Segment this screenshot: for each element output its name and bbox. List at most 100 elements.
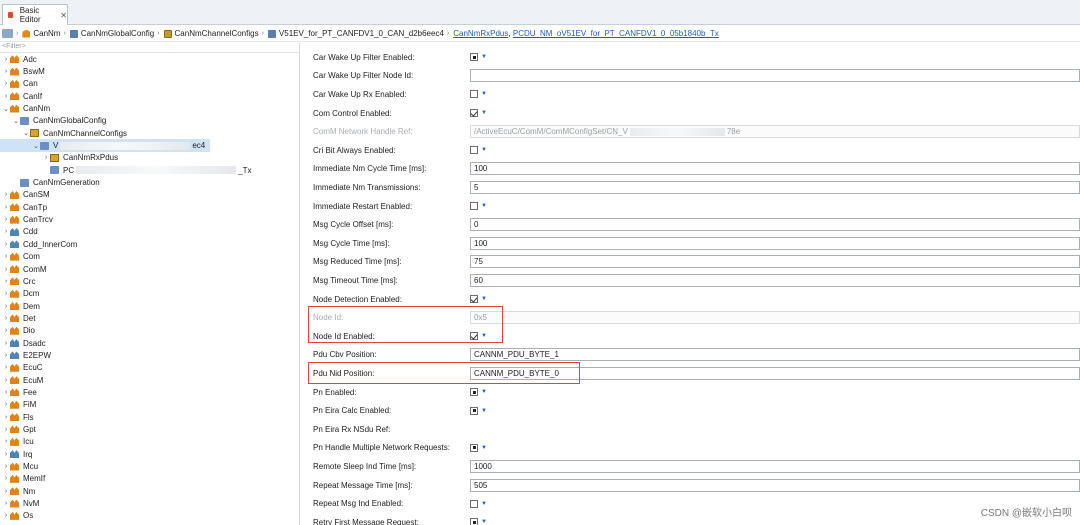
dropdown-arrow-icon[interactable]: ▼ (481, 54, 487, 60)
checkbox-unchecked[interactable] (470, 202, 478, 211)
breadcrumb-item-globalconfig[interactable]: CanNmGlobalConfig (69, 29, 154, 38)
tristate-checkbox[interactable] (470, 53, 478, 62)
tree-item-ecum[interactable]: › EcuM (0, 374, 299, 386)
breadcrumb-link-txpdu[interactable]: PCDU_NM_oV51EV_for_PT_CANFDV1_0_05b1840b… (513, 29, 719, 38)
tree-item-dio[interactable]: › Dio (0, 325, 299, 337)
tree-item-cannmchannelconfigs[interactable]: ⌄ CanNmChannelConfigs (0, 127, 299, 139)
expand-arrow-icon[interactable]: › (2, 500, 10, 507)
tristate-checkbox[interactable] (470, 443, 478, 452)
dropdown-arrow-icon[interactable]: ▼ (481, 408, 487, 414)
tree-item-memif[interactable]: › MemIf (0, 473, 299, 485)
expand-arrow-icon[interactable]: › (2, 426, 10, 433)
expand-arrow-icon[interactable]: › (42, 154, 50, 161)
checkbox-checked[interactable] (470, 109, 478, 118)
expand-arrow-icon[interactable]: › (2, 80, 10, 87)
expand-arrow-icon[interactable]: › (2, 327, 10, 334)
param-value-field[interactable]: 100 (470, 162, 1080, 176)
dropdown-arrow-icon[interactable]: ▼ (481, 110, 487, 116)
tree-item-cantp[interactable]: › CanTp (0, 201, 299, 213)
navigation-icon[interactable] (2, 29, 13, 38)
expand-arrow-icon[interactable]: › (2, 414, 10, 421)
checkbox-unchecked[interactable] (470, 146, 478, 155)
expand-arrow-icon[interactable]: › (2, 93, 10, 100)
expand-arrow-icon[interactable]: › (2, 438, 10, 445)
expand-arrow-icon[interactable]: › (2, 463, 10, 470)
collapse-arrow-icon[interactable]: ⌄ (32, 142, 40, 150)
breadcrumb-item-channel[interactable]: V51EV_for_PT_CANFDV1_0_CAN_d2b6eec4 (267, 29, 444, 38)
param-value-field[interactable]: 1000 (470, 459, 1080, 473)
expand-arrow-icon[interactable]: › (2, 56, 10, 63)
breadcrumb-link-rxpdus[interactable]: CanNmRxPdus (453, 29, 508, 38)
tree-item-fee[interactable]: › Fee (0, 386, 299, 398)
expand-arrow-icon[interactable]: › (2, 241, 10, 248)
tree-item-det[interactable]: › Det (0, 312, 299, 324)
tristate-checkbox[interactable] (470, 518, 478, 525)
tree-item-canif[interactable]: › CanIf (0, 90, 299, 102)
tree-item-cantrcv[interactable]: › CanTrcv (0, 213, 299, 225)
tree-item-crc[interactable]: › Crc (0, 275, 299, 287)
expand-arrow-icon[interactable]: › (2, 266, 10, 273)
tree-item-comm[interactable]: › ComM (0, 263, 299, 275)
tree-item-fls[interactable]: › Fls (0, 411, 299, 423)
param-value-field[interactable]: 60 (470, 273, 1080, 287)
expand-arrow-icon[interactable]: › (2, 204, 10, 211)
expand-arrow-icon[interactable]: › (2, 377, 10, 384)
expand-arrow-icon[interactable]: › (2, 451, 10, 458)
expand-arrow-icon[interactable]: › (2, 228, 10, 235)
tree-item-ecuc[interactable]: › EcuC (0, 362, 299, 374)
dropdown-arrow-icon[interactable]: ▼ (481, 203, 487, 209)
collapse-arrow-icon[interactable]: ⌄ (2, 105, 10, 113)
dropdown-arrow-icon[interactable]: ▼ (481, 147, 487, 153)
param-value-field[interactable]: 5 (470, 180, 1080, 194)
checkbox-checked[interactable] (470, 295, 478, 304)
expand-arrow-icon[interactable]: › (2, 290, 10, 297)
expand-arrow-icon[interactable]: › (2, 488, 10, 495)
tree-item-dcm[interactable]: › Dcm (0, 288, 299, 300)
tree-item-cannmglobalconfig[interactable]: ⌄ CanNmGlobalConfig (0, 115, 299, 127)
tree-item-nvm[interactable]: › NvM (0, 497, 299, 509)
param-value-field[interactable]: 100 (470, 236, 1080, 250)
tree-item-irq[interactable]: › Irq (0, 448, 299, 460)
tree-item-adc[interactable]: › Adc (0, 53, 299, 65)
tab-basic-editor[interactable]: Basic Editor ✕ (2, 4, 68, 25)
expand-arrow-icon[interactable]: › (2, 352, 10, 359)
tree-item-os[interactable]: › Os (0, 510, 299, 522)
dropdown-arrow-icon[interactable]: ▼ (481, 501, 487, 507)
tree-item-mcu[interactable]: › Mcu (0, 460, 299, 472)
param-value-field[interactable]: CANNM_PDU_BYTE_1 (470, 348, 1080, 362)
dropdown-arrow-icon[interactable]: ▼ (481, 91, 487, 97)
dropdown-arrow-icon[interactable]: ▼ (481, 445, 487, 451)
breadcrumb-item-channelconfigs[interactable]: CanNmChannelConfigs (163, 29, 259, 38)
tree-item-cannmrxpdus[interactable]: › CanNmRxPdus (0, 152, 299, 164)
dropdown-arrow-icon[interactable]: ▼ (481, 296, 487, 302)
tree-item-pc[interactable]: PC _Tx (0, 164, 299, 176)
tree-item-can[interactable]: › Can (0, 78, 299, 90)
expand-arrow-icon[interactable]: › (2, 68, 10, 75)
expand-arrow-icon[interactable]: › (2, 315, 10, 322)
param-value-field[interactable] (470, 69, 1080, 83)
dropdown-arrow-icon[interactable]: ▼ (481, 389, 487, 395)
tree-item-fim[interactable]: › FiM (0, 399, 299, 411)
expand-arrow-icon[interactable]: › (2, 512, 10, 519)
collapse-arrow-icon[interactable]: ⌄ (22, 129, 30, 137)
expand-arrow-icon[interactable]: › (2, 216, 10, 223)
tree-item-gpt[interactable]: › Gpt (0, 423, 299, 435)
tree-item-cdd[interactable]: › Cdd (0, 226, 299, 238)
tree-item-bswm[interactable]: › BswM (0, 65, 299, 77)
tree-item-dsadc[interactable]: › Dsadc (0, 337, 299, 349)
tree-item-v[interactable]: ⌄ Vec4 (0, 139, 210, 152)
tree-item-nm[interactable]: › Nm (0, 485, 299, 497)
tree-item-cdd-innercom[interactable]: › Cdd_InnerCom (0, 238, 299, 250)
tree-item-icu[interactable]: › Icu (0, 436, 299, 448)
breadcrumb-item-cannm[interactable]: CanNm (22, 29, 60, 38)
expand-arrow-icon[interactable]: › (2, 475, 10, 482)
expand-arrow-icon[interactable]: › (2, 389, 10, 396)
expand-arrow-icon[interactable]: › (2, 401, 10, 408)
checkbox-unchecked[interactable] (470, 90, 478, 99)
expand-arrow-icon[interactable]: › (2, 340, 10, 347)
tristate-checkbox[interactable] (470, 406, 478, 415)
tree-item-cannmgeneration[interactable]: CanNmGeneration (0, 176, 299, 188)
tree-filter-input[interactable]: <Filter> (0, 43, 299, 53)
expand-arrow-icon[interactable]: › (2, 303, 10, 310)
close-icon[interactable]: ✕ (60, 11, 67, 20)
